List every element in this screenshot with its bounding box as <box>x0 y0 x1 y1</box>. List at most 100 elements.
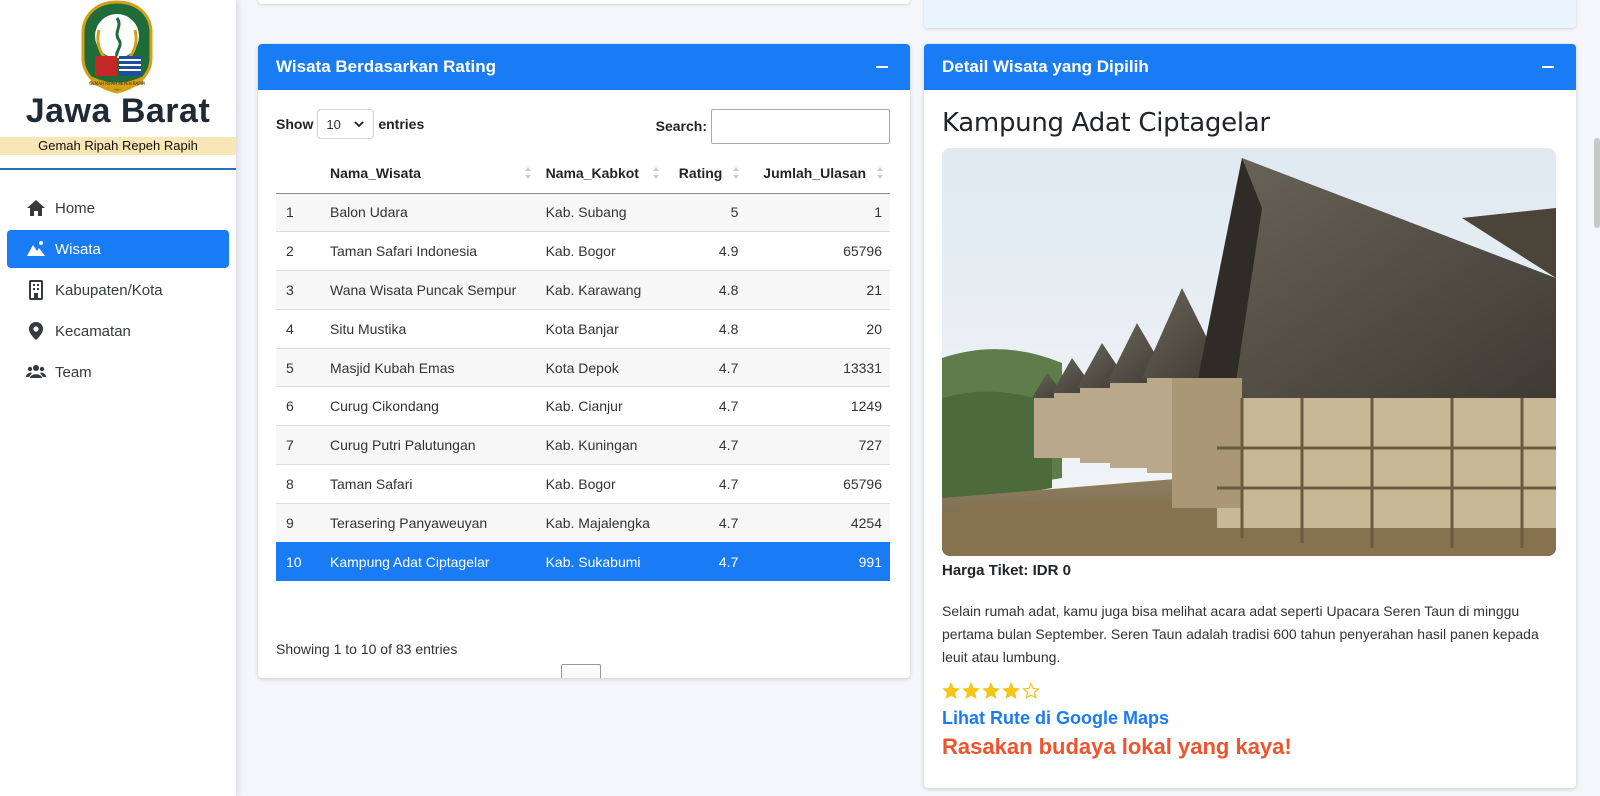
cell-jumlah-ulasan: 13331 <box>746 347 890 387</box>
sidebar-item-home[interactable]: Home <box>7 189 229 227</box>
cell-nama-wisata: Taman Safari Indonesia <box>322 231 538 271</box>
entries-select[interactable]: 10 <box>317 109 375 139</box>
collapse-button[interactable] <box>872 57 892 77</box>
column-header-nama-kabkot[interactable]: Nama_Kabkot <box>537 154 666 194</box>
detail-wisata-card: Detail Wisata yang Dipilih Kampung Adat … <box>924 44 1576 788</box>
cell-jumlah-ulasan: 4254 <box>746 502 890 543</box>
sidebar-item-label: Team <box>55 363 92 381</box>
cell-nama-wisata: Balon Udara <box>322 192 538 232</box>
table-controls: Show 10 entries Search: <box>276 108 890 144</box>
table-row[interactable]: 4 Situ Mustika Kota Banjar 4.8 20 <box>276 308 890 349</box>
pagination-previous[interactable]: Previous <box>485 664 561 679</box>
previous-card-right <box>924 0 1576 28</box>
mountain-icon <box>25 238 47 260</box>
pagination-next[interactable]: Next <box>841 664 892 679</box>
brand-tagline: Gemah Ripah Repeh Rapih <box>0 137 236 155</box>
sort-icon <box>652 167 659 179</box>
google-maps-link[interactable]: Lihat Rute di Google Maps <box>942 708 1169 729</box>
wisata-rating-card: Wisata Berdasarkan Rating Show 10 entrie… <box>258 44 910 678</box>
search-label: Search: <box>655 118 707 134</box>
pagination-page-4[interactable]: 4 <box>681 664 721 679</box>
cell-nama-kabkot: Kab. Cianjur <box>537 386 666 426</box>
sort-icon <box>733 167 740 179</box>
table-info: Showing 1 to 10 of 83 entries <box>276 641 458 657</box>
sidebar-item-wisata[interactable]: Wisata <box>7 230 229 268</box>
sidebar-item-label: Wisata <box>55 240 101 258</box>
pagination-page-3[interactable]: 3 <box>641 664 681 679</box>
card-title: Detail Wisata yang Dipilih <box>942 57 1149 76</box>
ticket-price: Harga Tiket: IDR 0 <box>942 562 1071 579</box>
place-tagline: Rasakan budaya lokal yang kaya! <box>942 734 1292 759</box>
cell-index: 8 <box>276 464 322 504</box>
table-row[interactable]: 6 Curug Cikondang Kab. Cianjur 4.7 1249 <box>276 386 890 426</box>
pagination-page-1[interactable]: 1 <box>561 664 602 678</box>
table-row[interactable]: 5 Masjid Kubah Emas Kota Depok 4.7 13331 <box>276 347 890 387</box>
cell-rating: 4.7 <box>665 502 747 543</box>
sidebar-item-kabupaten-kota[interactable]: Kabupaten/Kota <box>7 271 229 309</box>
cell-nama-wisata: Taman Safari <box>322 464 538 504</box>
cell-rating: 4.7 <box>665 425 747 465</box>
cell-nama-kabkot: Kab. Kuningan <box>537 425 666 465</box>
sidebar-item-label: Kecamatan <box>55 322 131 340</box>
home-icon <box>25 197 47 219</box>
cell-index: 4 <box>276 308 322 349</box>
table-row[interactable]: 9 Terasering Panyaweuyan Kab. Majalengka 4.… <box>276 502 890 543</box>
table-header-row: Nama_Wisata Nama_Kabkot Rating Jumlah_Ul… <box>276 154 890 194</box>
table-row[interactable]: 1 Balon Udara Kab. Subang 5 1 <box>276 192 890 232</box>
table-search: Search: <box>656 108 890 144</box>
wisata-table: Nama_Wisata Nama_Kabkot Rating Jumlah_Ul… <box>276 154 890 581</box>
previous-card-left <box>258 0 910 4</box>
table-row[interactable]: 10 Kampung Adat Ciptagelar Kab. Sukabumi 4.… <box>276 541 890 581</box>
collapse-button[interactable] <box>1538 57 1558 77</box>
card-header: Detail Wisata yang Dipilih <box>924 44 1576 90</box>
sidebar: GEMAH RIPAH REPEH RAPIH Jawa Barat Gemah… <box>0 0 236 796</box>
cell-nama-wisata: Wana Wisata Puncak Sempur <box>322 270 538 310</box>
cell-rating: 4.8 <box>665 270 747 310</box>
scrollbar-thumb[interactable] <box>1594 138 1600 228</box>
cell-jumlah-ulasan: 1 <box>746 192 890 232</box>
users-icon <box>25 361 47 383</box>
sidebar-item-team[interactable]: Team <box>7 353 229 391</box>
table-row[interactable]: 3 Wana Wisata Puncak Sempur Kab. Karawang 4… <box>276 270 890 310</box>
star-filled-icon <box>982 682 1000 699</box>
cell-index: 5 <box>276 347 322 387</box>
minus-icon <box>876 66 888 68</box>
entries-value: 10 <box>326 116 341 132</box>
minus-icon <box>1542 66 1554 68</box>
star-empty-icon <box>1022 682 1040 699</box>
cell-index: 1 <box>276 192 322 232</box>
cell-nama-kabkot: Kab. Majalengka <box>537 502 666 543</box>
column-header-rating[interactable]: Rating <box>665 154 747 194</box>
sidebar-nav: Home Wisata Kabupaten/Kota Kecamatan Tea… <box>7 189 229 394</box>
cell-jumlah-ulasan: 65796 <box>746 464 890 504</box>
jawa-barat-emblem: GEMAH RIPAH REPEH RAPIH <box>81 0 153 94</box>
cell-jumlah-ulasan: 727 <box>746 425 890 465</box>
sort-icon <box>877 167 883 179</box>
pagination-page-9[interactable]: 9 <box>801 664 841 679</box>
show-label: Show <box>276 116 314 132</box>
pagination-page-2[interactable]: 2 <box>601 664 641 679</box>
table-row[interactable]: 7 Curug Putri Palutungan Kab. Kuningan 4.7 7… <box>276 425 890 465</box>
column-header-index <box>276 154 322 194</box>
cell-jumlah-ulasan: 20 <box>746 308 890 349</box>
pagination-page-5[interactable]: 5 <box>721 664 761 679</box>
cell-rating: 4.7 <box>665 464 747 504</box>
cell-nama-kabkot: Kota Banjar <box>537 308 666 349</box>
table-row[interactable]: 2 Taman Safari Indonesia Kab. Bogor 4.9 6579… <box>276 231 890 271</box>
column-header-jumlah-ulasan[interactable]: Jumlah_Ulasan <box>746 154 890 194</box>
chevron-down-icon <box>354 121 364 128</box>
pagination: Previous 1 2 3 4 5 … 9 Next <box>485 664 892 678</box>
place-name: Kampung Adat Ciptagelar <box>942 108 1270 138</box>
place-photo <box>942 148 1556 556</box>
cell-index: 7 <box>276 425 322 465</box>
sidebar-item-kecamatan[interactable]: Kecamatan <box>7 312 229 350</box>
brand-title: Jawa Barat <box>25 92 211 130</box>
star-filled-icon <box>1002 682 1020 699</box>
cell-nama-kabkot: Kab. Subang <box>537 192 666 232</box>
cell-rating: 4.7 <box>665 347 747 387</box>
table-row[interactable]: 8 Taman Safari Kab. Bogor 4.7 65796 <box>276 464 890 504</box>
search-input[interactable] <box>711 108 890 144</box>
column-header-nama-wisata[interactable]: Nama_Wisata <box>322 154 538 194</box>
cell-nama-kabkot: Kota Depok <box>537 347 666 387</box>
svg-text:GEMAH RIPAH REPEH RAPIH: GEMAH RIPAH REPEH RAPIH <box>89 81 145 86</box>
